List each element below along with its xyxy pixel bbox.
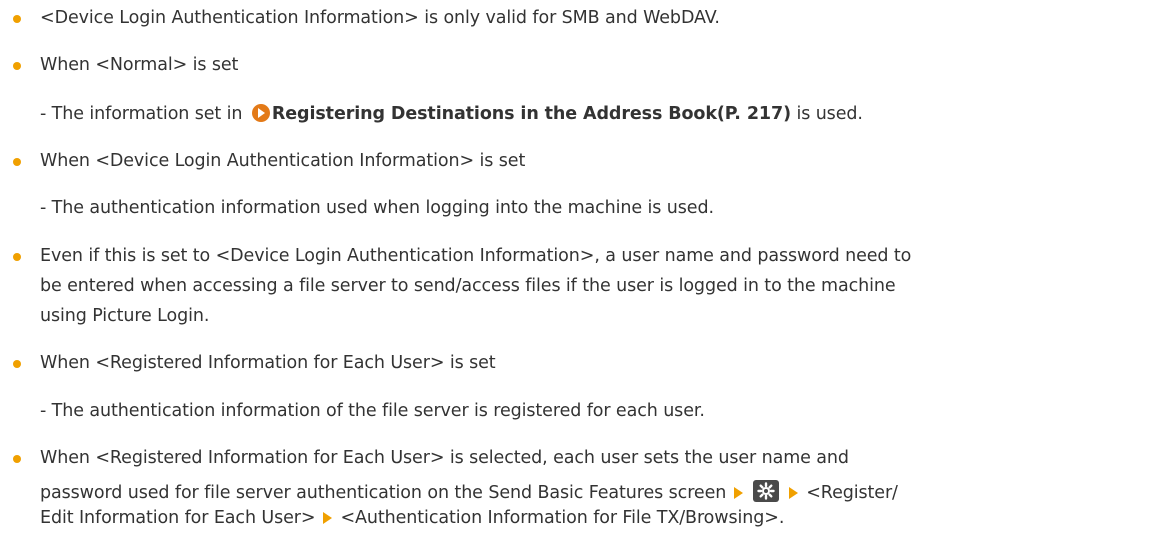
sub-text-before: - The information set in — [40, 104, 248, 124]
list-item: Even if this is set to <Device Login Aut… — [0, 244, 911, 268]
sub-item: - The information set in Registering Des… — [0, 101, 863, 126]
sub-text: - The authentication information of the … — [40, 401, 705, 421]
bullet-dot — [13, 15, 21, 23]
item-text-line-1: Even if this is set to <Device Login Aut… — [40, 246, 912, 266]
sub-text-after: is used. — [790, 104, 863, 124]
cross-reference-link[interactable]: Registering Destinations in the Address … — [272, 104, 791, 124]
settings-gear-key-icon — [753, 480, 780, 502]
item-text: When <Device Login Authentication Inform… — [40, 151, 526, 171]
sub-item: - The authentication information used wh… — [0, 196, 714, 220]
bullet-dot — [13, 158, 21, 166]
item-text-line-3-before: Edit Information for Each User> — [40, 508, 316, 528]
item-text-line-1: When <Registered Information for Each Us… — [40, 448, 849, 468]
item-text-line-3: using Picture Login. — [40, 306, 210, 326]
bullet-dot — [13, 455, 21, 463]
item-text-line-2: be entered when accessing a file server … — [40, 276, 896, 296]
item-text: <Device Login Authentication Information… — [40, 8, 720, 28]
list-item: When <Registered Information for Each Us… — [0, 446, 849, 470]
item-text-line-2-after: <Register/ — [806, 483, 898, 503]
step-arrow-icon — [789, 487, 799, 499]
list-item: When <Registered Information for Each Us… — [0, 351, 496, 375]
item-text-line-2: password used for file server authentica… — [40, 483, 727, 503]
step-arrow-icon — [323, 512, 333, 524]
link-arrow-icon[interactable] — [251, 104, 270, 122]
item-continuation: Edit Information for Each User> <Authenti… — [0, 506, 784, 530]
item-continuation: using Picture Login. — [0, 304, 209, 328]
item-text: When <Normal> is set — [40, 55, 239, 75]
bullet-dot — [13, 253, 21, 261]
bullet-dot — [13, 360, 21, 368]
item-continuation: be entered when accessing a file server … — [0, 274, 896, 298]
bullet-dot — [13, 62, 21, 70]
step-arrow-icon — [734, 487, 744, 499]
item-continuation: password used for file server authentica… — [0, 476, 898, 505]
sub-item: - The authentication information of the … — [0, 399, 705, 423]
list-item: When <Normal> is set — [0, 53, 238, 77]
sub-text: - The authentication information used wh… — [40, 198, 714, 218]
item-text: When <Registered Information for Each Us… — [40, 353, 496, 373]
list-item: <Device Login Authentication Information… — [0, 6, 720, 30]
list-item: When <Device Login Authentication Inform… — [0, 149, 525, 173]
item-text-line-3-after: <Authentication Information for File TX/… — [340, 508, 785, 528]
